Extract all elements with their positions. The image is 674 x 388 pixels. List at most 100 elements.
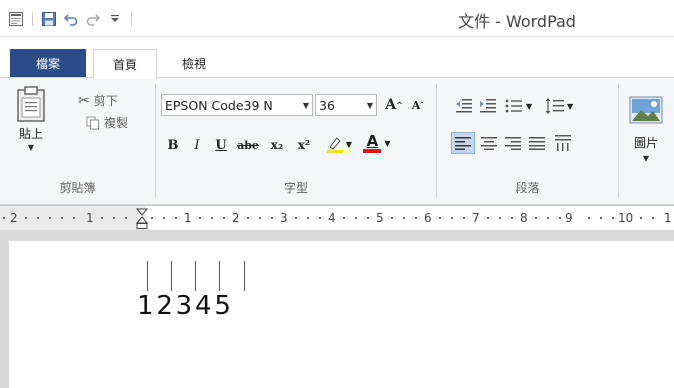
increase-indent-icon[interactable]	[479, 98, 497, 114]
chevron-down-icon: ▼	[27, 143, 35, 152]
text-color-icon: A	[363, 133, 382, 153]
paragraph-group-label: 段落	[515, 181, 540, 195]
copy-button[interactable]: 複製	[86, 114, 128, 131]
ruler-tick	[271, 217, 273, 219]
ruler-tick	[151, 217, 153, 219]
ruler-label: 8	[520, 211, 528, 225]
align-left-icon	[455, 137, 471, 150]
title-bar: 文件 - WordPad	[0, 0, 674, 37]
scissors-icon: ✂	[78, 92, 90, 109]
strikethrough-button[interactable]: abe	[235, 135, 261, 155]
cut-button[interactable]: ✂ 剪下	[78, 92, 118, 109]
ribbon: 貼上 ▼ ✂ 剪下 複製 剪貼簿 EPSON Code39 N ▼ 36 ▼ A…	[0, 77, 674, 205]
tab-file[interactable]: 檔案	[10, 49, 86, 77]
undo-icon[interactable]	[61, 9, 81, 29]
barcode-bar	[171, 261, 172, 291]
barcode-bar	[219, 261, 220, 291]
align-center-icon[interactable]	[481, 136, 497, 150]
subscript-button[interactable]: x₂	[266, 135, 288, 155]
line-spacing-button[interactable]: ▼	[545, 97, 573, 115]
ruler-tick	[511, 217, 513, 219]
font-size-value: 36	[319, 97, 335, 113]
ruler-tick	[559, 217, 561, 219]
cut-label: 剪下	[93, 94, 118, 108]
ruler-tick	[37, 217, 39, 219]
chevron-down-icon: ▼	[526, 101, 533, 111]
align-right-icon[interactable]	[505, 136, 521, 150]
save-icon[interactable]	[39, 9, 59, 29]
text-color-swatch-fill	[363, 148, 382, 153]
document-area[interactable]: 12345	[0, 241, 674, 388]
ruler[interactable]: 2 1 1 2 3 4 5 6 7 8 9 10 1	[0, 205, 674, 242]
picture-label: 圖片	[633, 136, 658, 150]
shrink-font-icon[interactable]: Aˇ	[407, 95, 429, 115]
picture-button[interactable]: 圖片 ▼	[625, 96, 667, 163]
ruler-label: 2	[232, 211, 240, 225]
font-size-select[interactable]: 36 ▼	[315, 94, 377, 116]
grow-font-icon[interactable]: A ^	[383, 95, 405, 115]
tab-home[interactable]: 首頁	[93, 49, 157, 79]
ruler-tick	[199, 217, 201, 219]
ruler-tick	[535, 217, 537, 219]
qat-separator	[131, 12, 132, 26]
italic-button[interactable]: I	[189, 135, 205, 155]
ruler-tick	[175, 217, 177, 219]
customize-qat-icon[interactable]	[105, 9, 125, 29]
indent-marker-icon[interactable]	[136, 208, 148, 230]
tab-view[interactable]: 檢視	[165, 49, 223, 77]
chevron-down-icon: ▼	[642, 154, 650, 163]
highlight-color-button[interactable]: ▼	[322, 134, 356, 154]
text-color-button[interactable]: A ▼	[357, 133, 397, 153]
ruler-label: 9	[565, 211, 573, 225]
align-left-button[interactable]	[451, 132, 475, 154]
superscript-button[interactable]: x²	[293, 135, 315, 155]
paragraph-settings-icon[interactable]	[555, 134, 573, 152]
decrease-indent-icon[interactable]	[455, 98, 473, 114]
chevron-down-icon: ▼	[366, 100, 374, 110]
justify-icon[interactable]	[529, 136, 545, 150]
barcode-bar	[147, 261, 148, 291]
ruler-label: 7	[472, 211, 480, 225]
ruler-tick	[499, 217, 501, 219]
copy-icon	[86, 116, 99, 129]
app-icon[interactable]	[6, 9, 26, 29]
ruler-tick	[61, 217, 63, 219]
ruler-tick	[640, 217, 642, 219]
font-family-select[interactable]: EPSON Code39 N ▼	[161, 94, 313, 116]
paste-button[interactable]: 貼上 ▼	[8, 85, 54, 152]
ruler-tick	[612, 217, 614, 219]
bullets-button[interactable]: ▼	[505, 98, 532, 114]
highlighter-icon	[326, 137, 343, 153]
ruler-tick	[652, 217, 654, 219]
ruler-label: 1	[86, 211, 94, 225]
chevron-down-icon: ▼	[345, 139, 353, 149]
ruler-tick	[25, 217, 27, 219]
qat-separator	[32, 12, 33, 26]
ruler-tick	[600, 217, 602, 219]
ruler-tick	[49, 217, 51, 219]
clipboard-icon	[17, 86, 45, 122]
barcode-bar	[244, 261, 245, 291]
ruler-label: 3	[280, 211, 288, 225]
redo-icon[interactable]	[83, 9, 103, 29]
ribbon-tabs: 檔案 首頁 檢視	[0, 49, 674, 79]
ruler-tick	[295, 217, 297, 219]
ruler-tick	[415, 217, 417, 219]
bold-button[interactable]: B	[165, 135, 181, 155]
ruler-strip: 2 1 1 2 3 4 5 6 7 8 9 10 1	[0, 206, 674, 230]
document-text[interactable]: 12345	[137, 291, 234, 321]
ruler-label: 1	[184, 211, 192, 225]
picture-icon	[629, 96, 663, 124]
font-group: EPSON Code39 N ▼ 36 ▼ A ^ Aˇ B I U abe x₂…	[156, 78, 436, 204]
copy-label: 複製	[104, 116, 129, 130]
ruler-tick	[487, 217, 489, 219]
clipboard-group-label: 剪貼簿	[59, 181, 96, 195]
ruler-label: 6	[424, 211, 432, 225]
ruler-tick	[367, 217, 369, 219]
underline-button[interactable]: U	[213, 135, 229, 155]
bullet-list-icon	[505, 99, 522, 113]
barcode-bar	[195, 261, 196, 291]
window-title: 文件 - WordPad	[458, 12, 576, 31]
paragraph-group: ▼ ▼ 段落	[437, 78, 618, 204]
ruler-tick	[403, 217, 405, 219]
